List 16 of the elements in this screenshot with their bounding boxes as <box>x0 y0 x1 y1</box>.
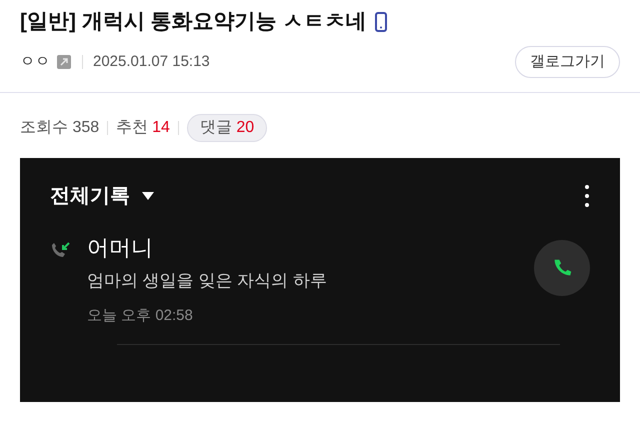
call-summary: 엄마의 생일을 잊은 자식의 하루 <box>87 270 328 292</box>
more-options-icon[interactable] <box>584 184 590 208</box>
user-badge-icon <box>56 54 72 70</box>
comments-button[interactable]: 댓글 20 <box>186 114 268 142</box>
caret-icon <box>142 192 154 200</box>
views-count: 조회수 358 <box>20 118 100 138</box>
likes-count: 14 <box>152 118 170 138</box>
author-name[interactable]: ㅇㅇ <box>20 50 50 74</box>
incoming-call-icon <box>50 241 72 259</box>
post-date: 2025.01.07 15:13 <box>93 52 210 72</box>
filter-dropdown[interactable]: 전체기록 <box>50 181 154 211</box>
gallog-button[interactable]: 갤로그가기 <box>515 46 620 78</box>
call-time: 오늘 오후 02:58 <box>87 306 194 326</box>
post-title: [일반] 개럭시 통화요약기능 ㅅㅌㅊ네 <box>20 9 366 36</box>
likes-label: 추천 <box>116 118 148 138</box>
contact-name: 어머니 <box>87 234 154 262</box>
